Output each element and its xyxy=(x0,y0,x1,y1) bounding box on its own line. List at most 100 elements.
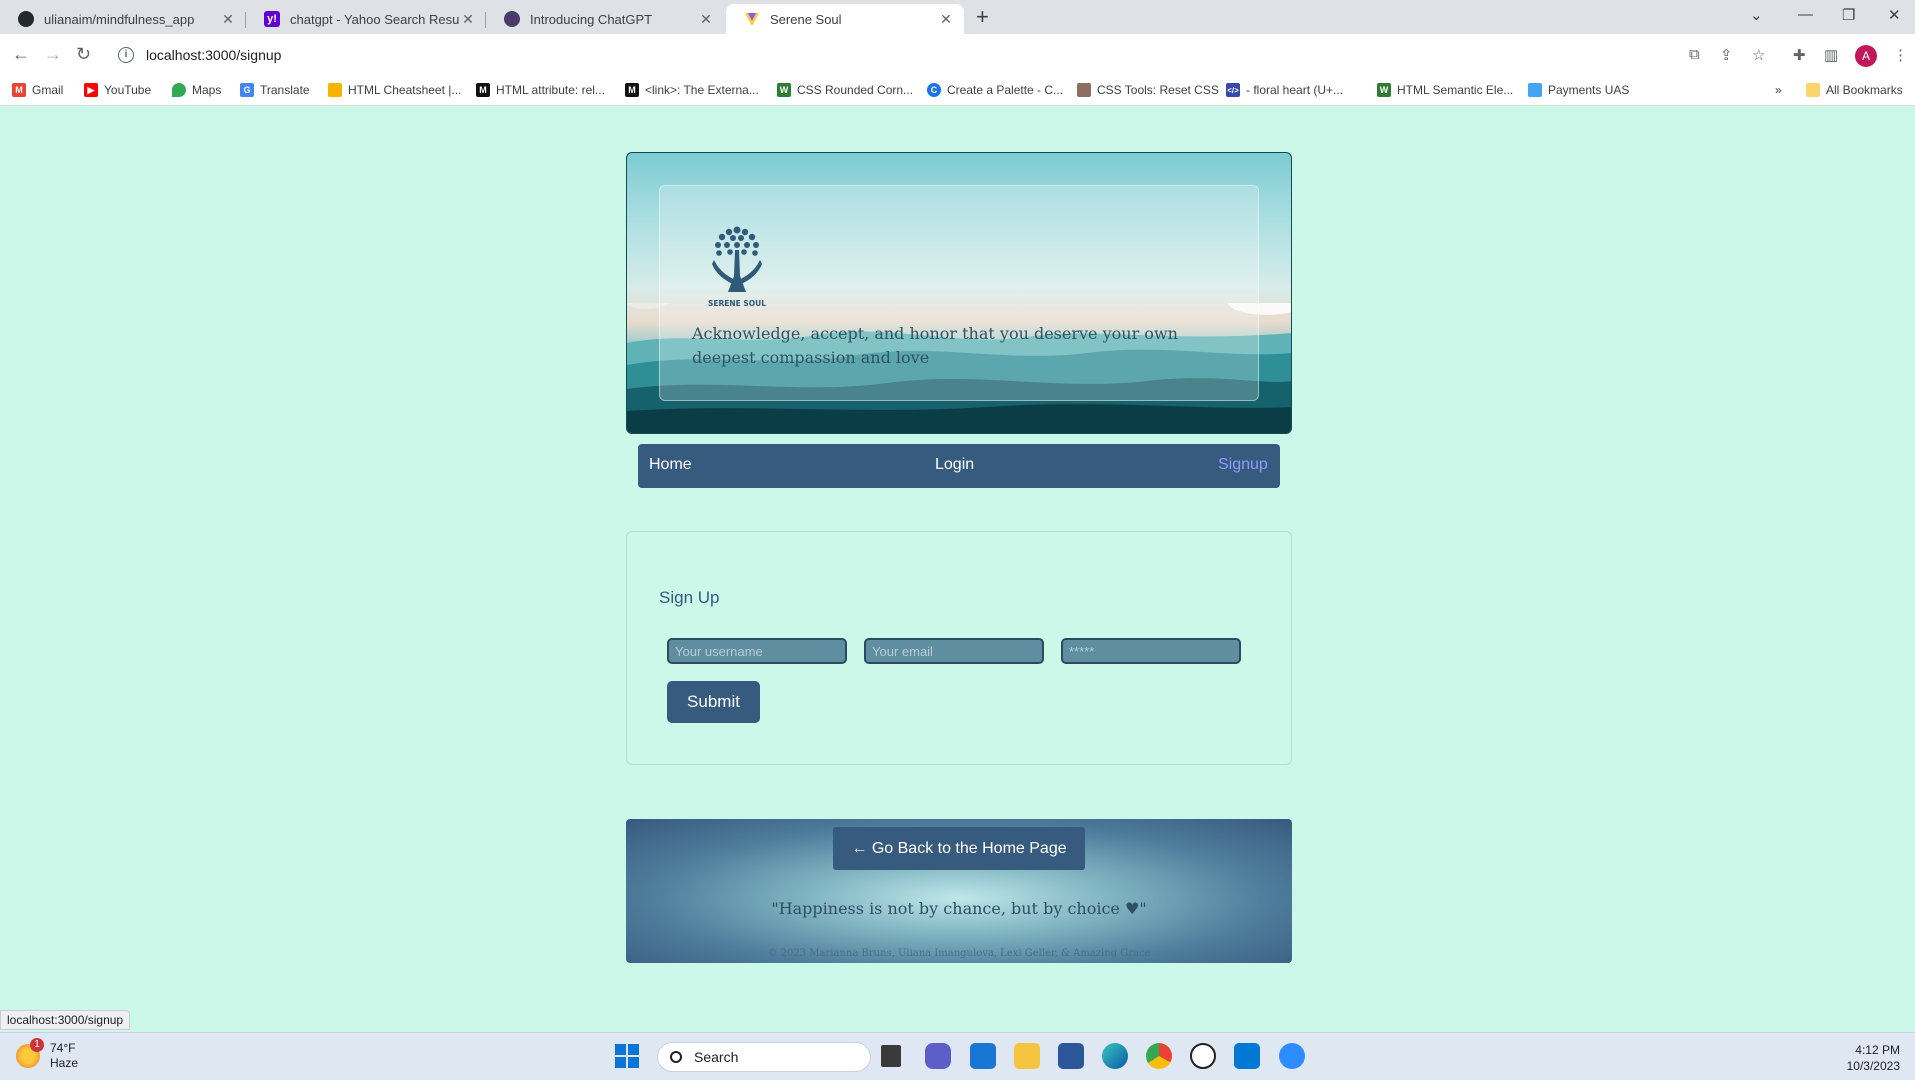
bookmark-label: Create a Palette - C... xyxy=(947,83,1064,97)
restore-button[interactable]: ❐ xyxy=(1842,6,1855,24)
browser-tab-bar: ulianaim/mindfulness_app ✕ y! chatgpt - … xyxy=(0,0,1915,34)
extensions-icon[interactable]: ✚ xyxy=(1793,46,1806,64)
back-home-button[interactable]: ← Go Back to the Home Page xyxy=(833,827,1085,870)
close-tab-icon[interactable]: ✕ xyxy=(938,11,954,28)
tab-github[interactable]: ulianaim/mindfulness_app ✕ xyxy=(0,4,246,34)
close-tab-icon[interactable]: ✕ xyxy=(220,11,236,28)
tab-serene-soul[interactable]: Serene Soul ✕ xyxy=(726,4,964,34)
logo-text: SERENE SOUL xyxy=(708,299,766,308)
bookmark-floral-heart[interactable]: </> - floral heart (U+... xyxy=(1226,83,1343,97)
microsoft-store-icon[interactable] xyxy=(1058,1043,1084,1069)
minimize-button[interactable]: — xyxy=(1798,6,1813,23)
nav-login-link[interactable]: Login xyxy=(935,456,974,474)
vscode-icon[interactable] xyxy=(1234,1043,1260,1069)
taskbar-search[interactable]: Search xyxy=(657,1042,871,1072)
bookmark-label: CSS Tools: Reset CSS xyxy=(1097,83,1219,97)
weather-condition: Haze xyxy=(50,1056,79,1070)
close-window-button[interactable]: ✕ xyxy=(1888,6,1901,24)
cheatsheet-icon xyxy=(328,83,342,97)
bookmark-html-attribute[interactable]: M HTML attribute: rel... xyxy=(476,83,605,97)
tab-title: Introducing ChatGPT xyxy=(530,11,653,27)
palette-icon: C xyxy=(927,83,941,97)
footer-copyright: © 2023 Marianna Bruns, Uliana Imangulova… xyxy=(767,948,1151,959)
bookmark-css-rounded[interactable]: W CSS Rounded Corn... xyxy=(777,83,913,97)
bookmark-youtube[interactable]: ▶ YouTube xyxy=(84,83,151,97)
close-tab-icon[interactable]: ✕ xyxy=(460,11,476,28)
email-input[interactable] xyxy=(864,638,1044,664)
bookmark-translate[interactable]: G Translate xyxy=(240,83,310,97)
windows-start-icon[interactable] xyxy=(614,1043,640,1069)
tab-title: Serene Soul xyxy=(770,11,842,27)
youtube-icon: ▶ xyxy=(84,83,98,97)
nav-signup-link[interactable]: Signup xyxy=(1218,456,1268,474)
bookmark-maps[interactable]: Maps xyxy=(172,83,221,97)
bookmark-label: YouTube xyxy=(104,83,152,97)
bookmark-label: CSS Rounded Corn... xyxy=(797,83,914,97)
address-toolbar: ← → ↻ i localhost:3000/signup ⧉ ⇪ ☆ ✚ ▥ … xyxy=(0,34,1915,76)
file-explorer-icon[interactable] xyxy=(1014,1043,1040,1069)
menu-dots-icon[interactable]: ⋮ xyxy=(1893,46,1908,64)
bookmark-link-element[interactable]: M <link>: The Externa... xyxy=(625,83,759,97)
forward-arrow-icon[interactable]: → xyxy=(44,44,62,64)
outlook-icon[interactable] xyxy=(970,1043,996,1069)
close-tab-icon[interactable]: ✕ xyxy=(698,11,714,28)
all-bookmarks[interactable]: All Bookmarks xyxy=(1806,83,1903,97)
mdn-icon: M xyxy=(476,83,490,97)
bookmark-payments-uas[interactable]: Payments UAS xyxy=(1528,83,1629,97)
teams-meet-icon[interactable] xyxy=(925,1043,951,1069)
temperature: 74°F xyxy=(50,1041,76,1055)
bookmark-label: Payments UAS xyxy=(1548,83,1630,97)
bookmark-label: Gmail xyxy=(32,83,64,97)
bookmark-label: HTML Semantic Ele... xyxy=(1397,83,1514,97)
tab-title: chatgpt - Yahoo Search Results xyxy=(290,11,460,27)
weather-sun-icon: 1 xyxy=(16,1038,44,1068)
bookmark-label: HTML attribute: rel... xyxy=(496,83,605,97)
main-nav: Home Login Signup xyxy=(638,444,1280,488)
chrome-icon[interactable] xyxy=(1146,1043,1172,1069)
dell-icon[interactable] xyxy=(1190,1043,1216,1069)
zoom-icon[interactable] xyxy=(1279,1043,1305,1069)
bookmark-label: - floral heart (U+... xyxy=(1246,83,1344,97)
username-input[interactable] xyxy=(667,638,847,664)
bookmark-star-icon[interactable]: ☆ xyxy=(1752,46,1765,64)
password-input[interactable] xyxy=(1061,638,1241,664)
bookmark-label: HTML Cheatsheet |... xyxy=(348,83,462,97)
taskbar-clock[interactable]: 4:12 PM 10/3/2023 xyxy=(1830,1042,1900,1074)
search-icon xyxy=(670,1051,682,1063)
tab-yahoo[interactable]: y! chatgpt - Yahoo Search Results ✕ xyxy=(246,4,486,34)
github-icon xyxy=(18,11,34,27)
task-view-icon[interactable] xyxy=(881,1045,901,1067)
submit-button[interactable]: Submit xyxy=(667,681,760,723)
tab-introducing-chatgpt[interactable]: Introducing ChatGPT ✕ xyxy=(486,4,724,34)
link-status-bar: localhost:3000/signup xyxy=(0,1010,131,1030)
bookmark-label: <link>: The Externa... xyxy=(645,83,759,97)
serene-soul-icon xyxy=(744,11,760,27)
serene-soul-logo: SERENE SOUL xyxy=(708,226,766,308)
share-icon[interactable]: ⇪ xyxy=(1720,46,1733,64)
code-icon: </> xyxy=(1226,83,1240,97)
bookmark-html-semantic[interactable]: W HTML Semantic Ele... xyxy=(1377,83,1513,97)
side-panel-icon[interactable]: ▥ xyxy=(1824,46,1838,64)
yahoo-icon: y! xyxy=(264,11,280,27)
weather-widget[interactable]: 1 74°F Haze xyxy=(16,1038,79,1071)
nav-home-link[interactable]: Home xyxy=(649,456,692,474)
address-bar[interactable]: i localhost:3000/signup xyxy=(110,39,1675,71)
signup-card: Sign Up Submit xyxy=(626,531,1292,765)
profile-avatar[interactable]: A xyxy=(1855,45,1877,67)
edge-icon[interactable] xyxy=(1102,1043,1128,1069)
bookmark-gmail[interactable]: M Gmail xyxy=(12,83,63,97)
bookmark-reset-css[interactable]: CSS Tools: Reset CSS xyxy=(1077,83,1219,97)
tab-search-icon[interactable]: ⌄ xyxy=(1750,6,1763,24)
reload-icon[interactable]: ↻ xyxy=(76,44,91,64)
open-in-app-icon[interactable]: ⧉ xyxy=(1689,46,1700,63)
back-arrow-icon[interactable]: ← xyxy=(12,44,30,64)
weather-badge: 1 xyxy=(30,1038,44,1052)
signup-title: Sign Up xyxy=(659,588,720,607)
site-info-icon[interactable]: i xyxy=(118,47,134,63)
bookmark-html-cheatsheet[interactable]: HTML Cheatsheet |... xyxy=(328,83,461,97)
bookmark-label: Translate xyxy=(260,83,310,97)
bookmark-create-palette[interactable]: C Create a Palette - C... xyxy=(927,83,1063,97)
hero-banner: SERENE SOUL Acknowledge, accept, and hon… xyxy=(626,152,1292,434)
new-tab-button[interactable]: + xyxy=(976,6,989,28)
more-bookmarks-icon[interactable]: » xyxy=(1775,83,1782,97)
